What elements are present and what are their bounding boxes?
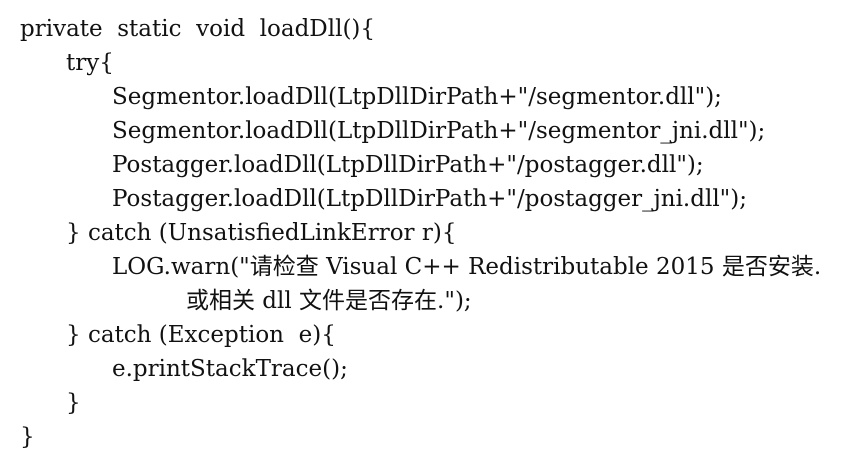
code-line-load-segmentor-jni: Segmentor.loadDll(LtpDllDirPath+"/segmen… [112,118,766,144]
code-block: private static void loadDll(){ try{ Segm… [0,12,862,454]
code-line-try: try{ [66,50,114,76]
code-line-load-postagger-jni: Postagger.loadDll(LtpDllDirPath+"/postag… [112,186,747,212]
code-line-catch-exception: } catch (Exception e){ [66,322,336,348]
code-line-log-warn-continued: 或相关 dll 文件是否存在."); [186,288,472,314]
code-line-log-warn: LOG.warn("请检查 Visual C++ Redistributable… [112,254,822,280]
code-line-method-signature: private static void loadDll(){ [20,16,376,42]
code-line-load-segmentor: Segmentor.loadDll(LtpDllDirPath+"/segmen… [112,84,722,110]
code-line-close-catch: } [66,390,81,416]
code-line-load-postagger: Postagger.loadDll(LtpDllDirPath+"/postag… [112,152,704,178]
code-line-print-stack-trace: e.printStackTrace(); [112,356,348,382]
code-line-catch-unsatisfied: } catch (UnsatisfiedLinkError r){ [66,220,457,246]
